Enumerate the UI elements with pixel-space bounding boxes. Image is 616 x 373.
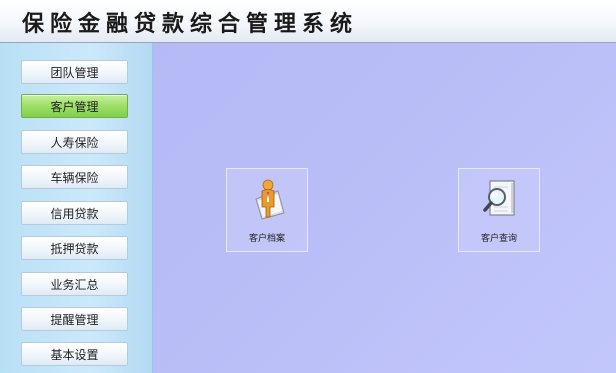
title-bar: 保险金融贷款综合管理系统 xyxy=(0,0,616,43)
customer-profile-tile[interactable]: 客户档案 xyxy=(226,168,308,252)
sidebar-item-reminder-management[interactable]: 提醒管理 xyxy=(21,307,128,331)
sidebar-item-credit-loan[interactable]: 信用贷款 xyxy=(21,201,128,225)
sidebar-item-team-management[interactable]: 团队管理 xyxy=(21,60,128,84)
sidebar-item-basic-settings[interactable]: 基本设置 xyxy=(21,342,128,366)
sidebar-nav: 团队管理 客户管理 人寿保险 车辆保险 信用贷款 抵押贷款 业务汇总 提醒管理 … xyxy=(0,43,153,373)
customer-search-tile[interactable]: 客户查询 xyxy=(458,168,540,252)
customer-search-icon xyxy=(483,180,515,216)
sidebar-item-life-insurance[interactable]: 人寿保险 xyxy=(21,130,128,154)
app-title: 保险金融贷款综合管理系统 xyxy=(22,12,359,37)
customer-profile-label: 客户档案 xyxy=(248,234,285,244)
sidebar-item-customer-management[interactable]: 客户管理 xyxy=(21,94,128,118)
customer-profile-icon xyxy=(255,179,285,220)
main-panel: 客户档案 客户查询 xyxy=(153,43,616,373)
sidebar-item-business-summary[interactable]: 业务汇总 xyxy=(21,272,128,296)
sidebar-item-mortgage-loan[interactable]: 抵押贷款 xyxy=(21,236,128,260)
customer-search-label: 客户查询 xyxy=(480,234,517,244)
sidebar-item-vehicle-insurance[interactable]: 车辆保险 xyxy=(21,165,128,189)
